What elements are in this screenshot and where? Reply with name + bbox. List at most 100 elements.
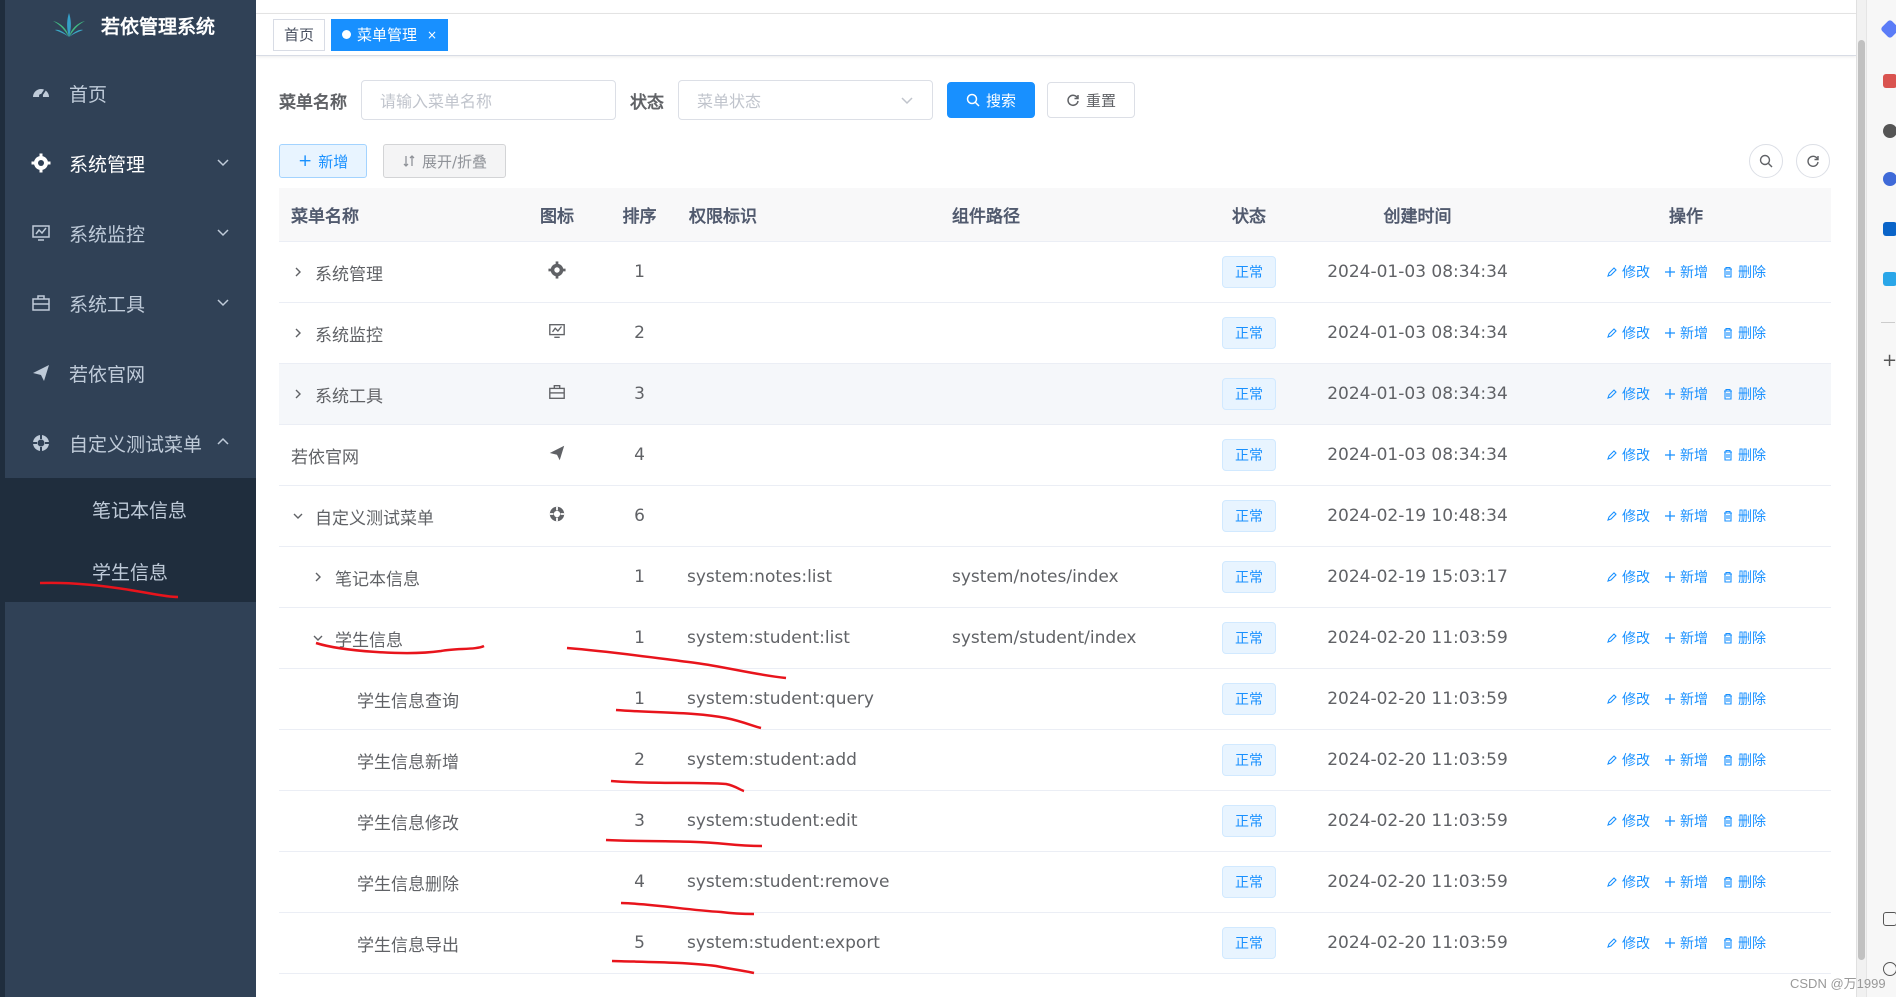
copilot-icon[interactable] xyxy=(1880,19,1896,39)
scrollbar-thumb[interactable] xyxy=(1858,40,1865,960)
plus-icon xyxy=(1664,937,1678,949)
delete-button[interactable]: 删除 xyxy=(1722,628,1766,648)
reset-button[interactable]: 重置 xyxy=(1047,82,1136,118)
chevron-down-icon[interactable] xyxy=(311,631,325,645)
delete-button[interactable]: 删除 xyxy=(1722,323,1766,343)
toggle-search-button[interactable] xyxy=(1749,144,1783,178)
header-icon: 图标 xyxy=(540,207,574,227)
tag-menu-management[interactable]: 菜单管理 × xyxy=(331,18,449,51)
sidebar-subitem-student[interactable]: 学生信息 xyxy=(5,540,256,602)
edit-button[interactable]: 修改 xyxy=(1606,506,1650,526)
person-icon[interactable] xyxy=(1883,124,1896,138)
cell-ops: 修改 新增 删除 xyxy=(1541,262,1831,282)
briefcase-icon[interactable] xyxy=(1883,74,1896,88)
table-row[interactable]: 系统管理 1 正常 2024-01-03 08:34:34 修改 新增 删除 xyxy=(279,242,1831,303)
add-icon[interactable]: + xyxy=(1882,350,1896,371)
delete-button[interactable]: 删除 xyxy=(1722,933,1766,953)
add-child-button[interactable]: 新增 xyxy=(1664,750,1708,770)
add-child-button[interactable]: 新增 xyxy=(1664,628,1708,648)
add-child-button[interactable]: 新增 xyxy=(1664,262,1708,282)
edit-button[interactable]: 修改 xyxy=(1606,811,1650,831)
chevron-right-icon[interactable] xyxy=(291,326,305,340)
table-row[interactable]: 自定义测试菜单 6 正常 2024-02-19 10:48:34 修改 新增 删除 xyxy=(279,486,1831,547)
sidebar-subitem-notes[interactable]: 笔记本信息 xyxy=(5,478,256,540)
edit-button[interactable]: 修改 xyxy=(1606,323,1650,343)
sidebar-item-custom-menu[interactable]: 自定义测试菜单 xyxy=(5,408,256,478)
add-child-button[interactable]: 新增 xyxy=(1664,445,1708,465)
table-row[interactable]: 若依官网 4 正常 2024-01-03 08:34:34 修改 新增 删除 xyxy=(279,425,1831,486)
search-form: 菜单名称 请输入菜单名称 状态 菜单状态 搜索 重置 xyxy=(279,80,1136,120)
delete-button[interactable]: 删除 xyxy=(1722,872,1766,892)
edit-button[interactable]: 修改 xyxy=(1606,567,1650,587)
edit-button[interactable]: 修改 xyxy=(1606,750,1650,770)
delete-button[interactable]: 删除 xyxy=(1722,750,1766,770)
table-row[interactable]: 学生信息修改 3 system:student:edit 正常 2024-02-20 1… xyxy=(279,791,1831,852)
delete-button[interactable]: 删除 xyxy=(1722,262,1766,282)
add-child-button[interactable]: 新增 xyxy=(1664,811,1708,831)
table-row[interactable]: 系统工具 3 正常 2024-01-03 08:34:34 修改 新增 删除 xyxy=(279,364,1831,425)
add-child-button[interactable]: 新增 xyxy=(1664,689,1708,709)
cell-time: 2024-02-20 11:03:59 xyxy=(1327,811,1508,831)
office-icon[interactable] xyxy=(1883,172,1896,186)
table-row[interactable]: 学生信息查询 1 system:student:query 正常 2024-02-20 … xyxy=(279,669,1831,730)
cell-sort: 1 xyxy=(634,262,645,282)
status-select[interactable]: 菜单状态 xyxy=(678,80,933,120)
edit-button[interactable]: 修改 xyxy=(1606,689,1650,709)
cell-status: 正常 xyxy=(1204,805,1294,837)
chevron-down-icon[interactable] xyxy=(291,509,305,523)
cell-ops: 修改 新增 删除 xyxy=(1541,689,1831,709)
cell-ops: 修改 新增 删除 xyxy=(1541,323,1831,343)
edit-button[interactable]: 修改 xyxy=(1606,628,1650,648)
delete-button[interactable]: 删除 xyxy=(1722,811,1766,831)
app-logo[interactable]: 若依管理系统 xyxy=(5,0,256,50)
add-button[interactable]: + 新增 xyxy=(279,144,368,178)
refresh-table-button[interactable] xyxy=(1796,144,1830,178)
chevron-right-icon[interactable] xyxy=(311,570,325,584)
vertical-scrollbar[interactable] xyxy=(1856,0,1866,997)
sidebar-item-home[interactable]: 首页 xyxy=(5,58,256,128)
table-row[interactable]: 学生信息导出 5 system:student:export 正常 2024-02-20… xyxy=(279,913,1831,974)
status-label: 状态 xyxy=(630,92,664,113)
add-child-button[interactable]: 新增 xyxy=(1664,323,1708,343)
screenshot-icon[interactable] xyxy=(1883,912,1896,926)
sidebar-item-tools[interactable]: 系统工具 xyxy=(5,268,256,338)
table-row[interactable]: 学生信息 1 system:student:list system/student/i… xyxy=(279,608,1831,669)
add-child-button[interactable]: 新增 xyxy=(1664,872,1708,892)
tag-home[interactable]: 首页 xyxy=(273,18,326,51)
close-icon[interactable]: × xyxy=(427,28,437,42)
edit-button[interactable]: 修改 xyxy=(1606,262,1650,282)
edit-button[interactable]: 修改 xyxy=(1606,445,1650,465)
delete-button[interactable]: 删除 xyxy=(1722,445,1766,465)
delete-button[interactable]: 删除 xyxy=(1722,384,1766,404)
expand-collapse-button[interactable]: 展开/折叠 xyxy=(383,144,507,178)
outlook-icon[interactable] xyxy=(1883,222,1896,236)
edit-button[interactable]: 修改 xyxy=(1606,384,1650,404)
op-label: 修改 xyxy=(1622,387,1650,403)
table-row[interactable]: 学生信息新增 2 system:student:add 正常 2024-02-20 11… xyxy=(279,730,1831,791)
plus-icon xyxy=(1664,693,1678,705)
add-child-button[interactable]: 新增 xyxy=(1664,933,1708,953)
sidebar-item-website[interactable]: 若依官网 xyxy=(5,338,256,408)
cell-path: system/notes/index xyxy=(952,567,1119,587)
delete-button[interactable]: 删除 xyxy=(1722,567,1766,587)
sidebar-item-monitor[interactable]: 系统监控 xyxy=(5,198,256,268)
add-child-button[interactable]: 新增 xyxy=(1664,506,1708,526)
search-button[interactable]: 搜索 xyxy=(947,82,1036,118)
send-icon[interactable] xyxy=(1883,272,1896,286)
edit-icon xyxy=(1606,449,1620,461)
edit-button[interactable]: 修改 xyxy=(1606,872,1650,892)
chevron-right-icon[interactable] xyxy=(291,387,305,401)
delete-button[interactable]: 删除 xyxy=(1722,506,1766,526)
table-row[interactable]: 笔记本信息 1 system:notes:list system/notes/inde… xyxy=(279,547,1831,608)
add-child-button[interactable]: 新增 xyxy=(1664,384,1708,404)
chevron-right-icon[interactable] xyxy=(291,265,305,279)
menu-name-input[interactable]: 请输入菜单名称 xyxy=(361,80,616,120)
cell-time: 2024-02-20 11:03:59 xyxy=(1327,628,1508,648)
table-row[interactable]: 系统监控 2 正常 2024-01-03 08:34:34 修改 新增 删除 xyxy=(279,303,1831,364)
add-child-button[interactable]: 新增 xyxy=(1664,567,1708,587)
op-label: 修改 xyxy=(1622,509,1650,525)
delete-button[interactable]: 删除 xyxy=(1722,689,1766,709)
edit-button[interactable]: 修改 xyxy=(1606,933,1650,953)
sidebar-item-system[interactable]: 系统管理 xyxy=(5,128,256,198)
table-row[interactable]: 学生信息删除 4 system:student:remove 正常 2024-02-20… xyxy=(279,852,1831,913)
